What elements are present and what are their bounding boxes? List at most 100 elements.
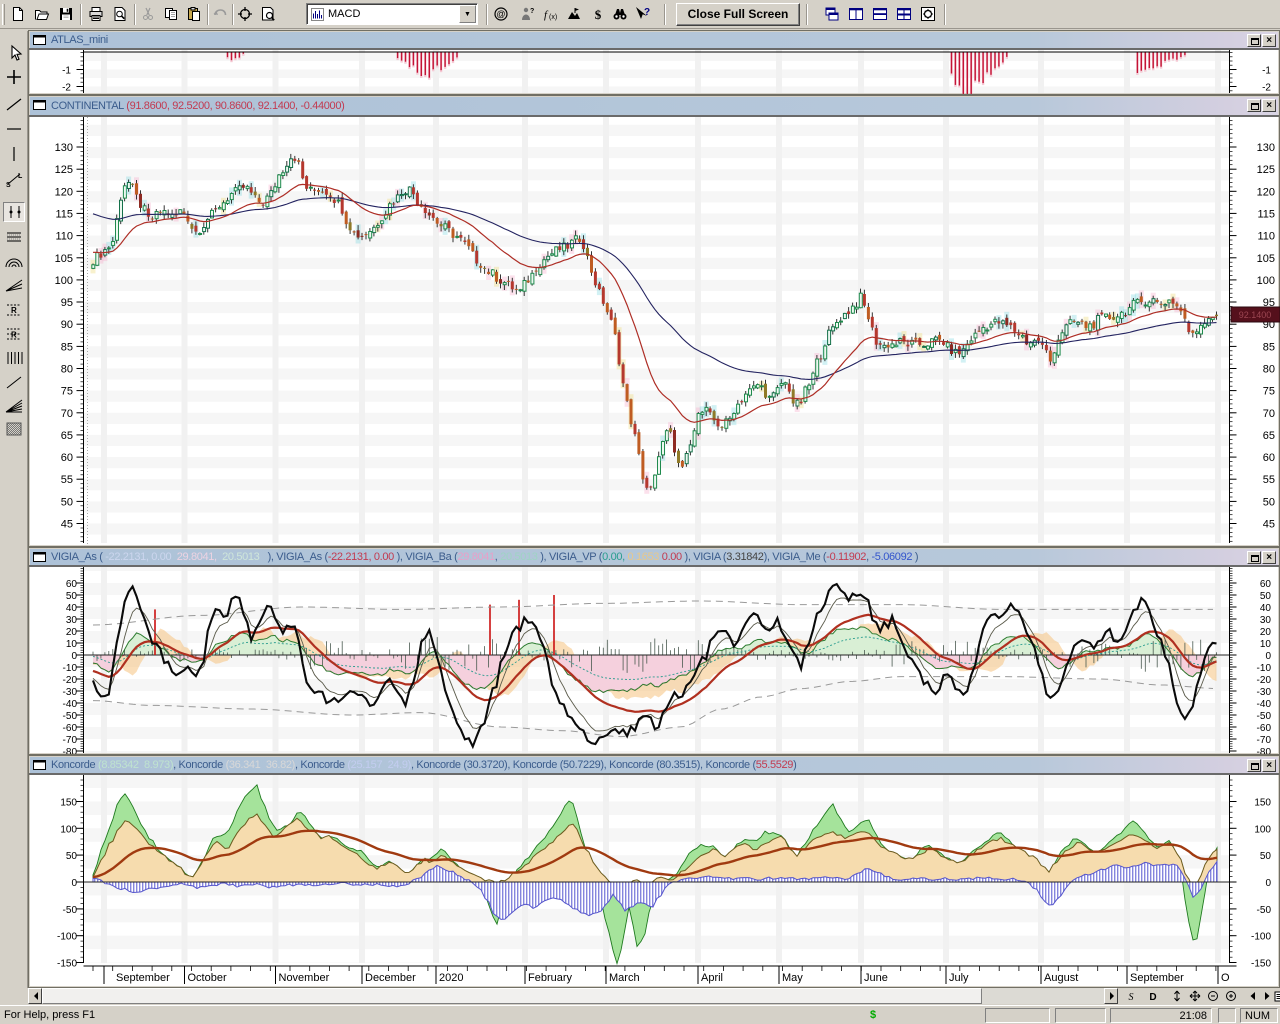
- svg-text:40: 40: [66, 603, 78, 614]
- svg-text:150: 150: [60, 798, 77, 809]
- svg-text:2020: 2020: [439, 972, 463, 984]
- svg-text:(x): (x): [549, 14, 557, 21]
- svg-text:-30: -30: [1257, 687, 1272, 698]
- svg-text:-70: -70: [1257, 735, 1272, 746]
- svg-text:June: June: [864, 972, 888, 984]
- svg-text:-80: -80: [63, 747, 78, 754]
- svg-text:50: 50: [1263, 496, 1275, 508]
- svg-text:-20: -20: [63, 675, 78, 686]
- svg-text:0: 0: [71, 878, 77, 889]
- svg-text:O: O: [1221, 972, 1230, 984]
- svg-text:S: S: [6, 182, 11, 188]
- svg-text:45: 45: [1263, 519, 1275, 531]
- svg-text:-50: -50: [63, 711, 78, 722]
- svg-text:April: April: [701, 972, 723, 984]
- svg-text:-1: -1: [62, 66, 71, 77]
- svg-text:-10: -10: [63, 663, 78, 674]
- svg-text:-2: -2: [1262, 83, 1271, 94]
- svg-text:-60: -60: [63, 723, 78, 734]
- svg-text:40: 40: [1260, 603, 1272, 614]
- svg-text:120: 120: [55, 186, 73, 198]
- svg-text:30: 30: [66, 615, 78, 626]
- svg-text:-2: -2: [62, 83, 71, 94]
- svg-text:75: 75: [1263, 386, 1275, 398]
- svg-text:December: December: [365, 972, 416, 984]
- svg-text:70: 70: [1263, 408, 1275, 420]
- svg-text:90: 90: [61, 319, 73, 331]
- svg-text:55: 55: [61, 474, 73, 486]
- svg-text:92.1400: 92.1400: [1239, 310, 1272, 320]
- svg-text:45: 45: [61, 519, 73, 531]
- svg-text:100: 100: [1257, 275, 1275, 287]
- svg-text:$: $: [595, 7, 602, 22]
- svg-text:0: 0: [71, 651, 77, 662]
- svg-text:0: 0: [1265, 651, 1271, 662]
- svg-text:-50: -50: [1257, 711, 1272, 722]
- svg-text:70: 70: [61, 408, 73, 420]
- svg-text:75: 75: [61, 386, 73, 398]
- svg-text:R: R: [11, 331, 17, 340]
- svg-text:105: 105: [55, 253, 73, 265]
- svg-text:-150: -150: [1251, 959, 1271, 970]
- svg-text:50: 50: [61, 496, 73, 508]
- svg-text:125: 125: [55, 164, 73, 176]
- svg-text:-1: -1: [1262, 66, 1271, 77]
- svg-text:150: 150: [1254, 798, 1271, 809]
- svg-text:-40: -40: [1257, 699, 1272, 710]
- svg-text:105: 105: [1257, 253, 1275, 265]
- svg-text:-20: -20: [1257, 675, 1272, 686]
- svg-text:-30: -30: [63, 687, 78, 698]
- svg-text:20: 20: [1260, 627, 1272, 638]
- svg-text:30: 30: [1260, 615, 1272, 626]
- svg-text:115: 115: [55, 208, 73, 220]
- svg-text:-100: -100: [57, 932, 77, 943]
- svg-text:10: 10: [1260, 639, 1272, 650]
- svg-text:60: 60: [61, 452, 73, 464]
- svg-text:130: 130: [1257, 142, 1275, 154]
- svg-text:September: September: [1130, 972, 1184, 984]
- svg-text:March: March: [609, 972, 640, 984]
- svg-text:-70: -70: [63, 735, 78, 746]
- svg-text:50: 50: [1260, 591, 1272, 602]
- svg-text:-80: -80: [1257, 747, 1272, 754]
- svg-text:65: 65: [1263, 430, 1275, 442]
- svg-text:50: 50: [66, 851, 78, 862]
- svg-text:115: 115: [1257, 208, 1275, 220]
- svg-text:110: 110: [55, 231, 73, 243]
- svg-text:80: 80: [1263, 364, 1275, 376]
- svg-text:-100: -100: [1251, 932, 1271, 943]
- svg-text:10: 10: [66, 639, 78, 650]
- svg-text:60: 60: [1260, 579, 1272, 590]
- svg-text:September: September: [116, 972, 170, 984]
- svg-text:120: 120: [1257, 186, 1275, 198]
- svg-text:-50: -50: [1257, 905, 1272, 916]
- svg-text:-50: -50: [63, 905, 78, 916]
- svg-text:May: May: [782, 972, 803, 984]
- svg-text:-10: -10: [1257, 663, 1272, 674]
- svg-text:-150: -150: [57, 959, 77, 970]
- svg-text:-60: -60: [1257, 723, 1272, 734]
- svg-text:60: 60: [66, 579, 78, 590]
- svg-text:February: February: [528, 972, 573, 984]
- svg-text:60: 60: [1263, 452, 1275, 464]
- svg-text:July: July: [949, 972, 969, 984]
- svg-text:0: 0: [1265, 878, 1271, 889]
- svg-text:L: L: [18, 173, 23, 180]
- svg-text:100: 100: [1254, 824, 1271, 835]
- svg-text:50: 50: [66, 591, 78, 602]
- svg-text:100: 100: [55, 275, 73, 287]
- svg-text:R: R: [11, 306, 17, 315]
- svg-text:20: 20: [66, 627, 78, 638]
- svg-text:125: 125: [1257, 164, 1275, 176]
- svg-text:-40: -40: [63, 699, 78, 710]
- svg-text:65: 65: [61, 430, 73, 442]
- svg-text:S: S: [1129, 992, 1134, 1003]
- svg-text:55: 55: [1263, 474, 1275, 486]
- svg-text:110: 110: [1257, 231, 1275, 243]
- svg-text:85: 85: [1263, 341, 1275, 353]
- svg-text:85: 85: [61, 341, 73, 353]
- svg-text:50: 50: [1260, 851, 1272, 862]
- svg-text:130: 130: [55, 142, 73, 154]
- svg-text:D: D: [1149, 992, 1156, 1003]
- svg-text:November: November: [279, 972, 330, 984]
